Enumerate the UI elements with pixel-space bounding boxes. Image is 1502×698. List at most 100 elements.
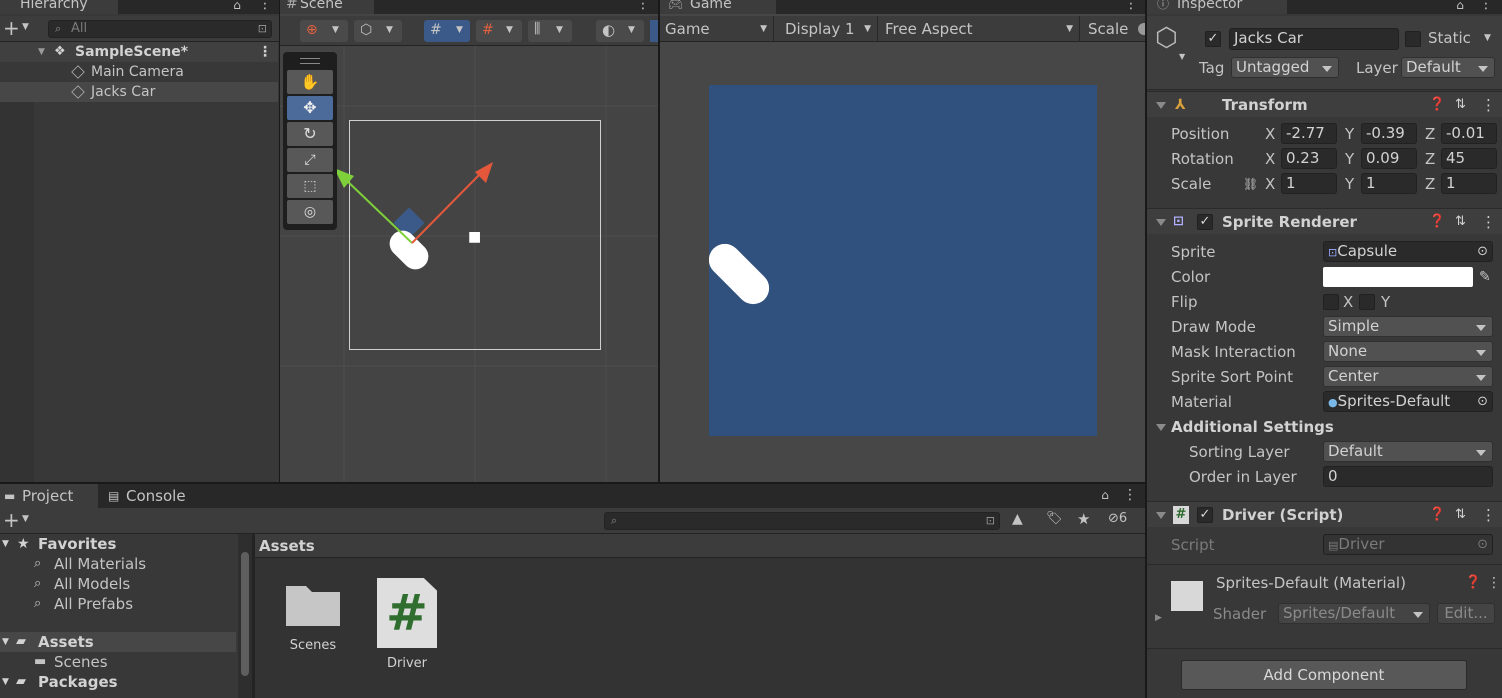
scale-y-field[interactable]: 1 bbox=[1361, 173, 1417, 194]
favorite-item[interactable]: ⌕ All Models bbox=[0, 574, 236, 594]
search-filter-icon[interactable]: ⊡ bbox=[258, 21, 267, 37]
align-button[interactable]: ⫼ ▼ bbox=[528, 20, 572, 42]
scale-tool-button[interactable]: ⤢ bbox=[287, 148, 333, 172]
tab-hierarchy[interactable]: Hierarchy bbox=[0, 0, 118, 14]
draw-mode-button[interactable]: ◐ ▼ bbox=[596, 20, 644, 42]
favorites-row[interactable]: ▼ ★ Favorites bbox=[0, 534, 236, 554]
add-component-button[interactable]: Add Component bbox=[1181, 660, 1467, 690]
help-icon[interactable]: ❓ bbox=[1465, 575, 1481, 590]
inspector-lock-icon[interactable]: ⌂ bbox=[1455, 0, 1465, 12]
packages-row[interactable]: ▼ ▰ Packages bbox=[0, 672, 236, 692]
scale-slider-thumb[interactable] bbox=[1138, 23, 1145, 35]
inspector-menu-icon[interactable]: ⋮ bbox=[1479, 0, 1493, 11]
scale-x-field[interactable]: 1 bbox=[1281, 173, 1337, 194]
increment-snap-button[interactable]: # ▼ bbox=[476, 20, 522, 42]
game-viewport[interactable] bbox=[709, 85, 1097, 436]
component-menu-icon[interactable]: ⋮ bbox=[1481, 92, 1496, 118]
tool-handle-button[interactable]: ⊕ ▼ bbox=[300, 20, 348, 42]
add-icon[interactable]: + bbox=[3, 16, 20, 40]
rotation-y-field[interactable]: 0.09 bbox=[1361, 148, 1417, 169]
chevron-down-icon[interactable]: ▼ bbox=[22, 22, 29, 32]
gameobject-large-icon[interactable]: ⬡ bbox=[1155, 24, 1183, 52]
shader-dropdown[interactable]: Sprites/Default bbox=[1278, 603, 1430, 624]
active-checkbox[interactable]: ✓ bbox=[1205, 31, 1221, 47]
fold-arrow-icon[interactable]: ▼ bbox=[2, 632, 9, 652]
project-lock-icon[interactable]: ⌂ bbox=[1100, 488, 1110, 502]
material-field[interactable]: ●Sprites-Default ⊙ bbox=[1323, 391, 1493, 412]
scale-z-field[interactable]: 1 bbox=[1441, 173, 1497, 194]
tab-game[interactable]: 🎮︎ Game bbox=[660, 0, 776, 14]
tab-console[interactable]: ▤ Console bbox=[100, 484, 210, 508]
color-swatch[interactable] bbox=[1323, 267, 1473, 287]
flip-x-checkbox[interactable] bbox=[1323, 294, 1339, 310]
fold-arrow-icon[interactable]: ▼ bbox=[2, 672, 9, 692]
project-menu-icon[interactable]: ⋮ bbox=[1123, 488, 1137, 502]
preset-icon[interactable]: ⇅ bbox=[1455, 92, 1466, 118]
position-x-field[interactable]: -2.77 bbox=[1281, 123, 1337, 144]
favorite-item[interactable]: ⌕ All Materials bbox=[0, 554, 236, 574]
filter-by-type-icon[interactable]: ▲ bbox=[1012, 511, 1023, 527]
palette-grip[interactable] bbox=[300, 58, 320, 64]
favorite-item[interactable]: ⌕ All Prefabs bbox=[0, 594, 236, 614]
object-picker-icon[interactable]: ⊙ bbox=[1477, 242, 1488, 261]
fold-arrow-icon[interactable]: ▼ bbox=[38, 42, 45, 62]
link-icon[interactable]: ⛓ bbox=[1243, 172, 1258, 196]
move-tool-button[interactable]: ✥ bbox=[287, 96, 333, 120]
grid-snap-button[interactable]: # ▼ bbox=[424, 20, 470, 42]
rotation-x-field[interactable]: 0.23 bbox=[1281, 148, 1337, 169]
hierarchy-menu-icon[interactable]: ⋮ bbox=[258, 0, 272, 11]
position-y-field[interactable]: -0.39 bbox=[1361, 123, 1417, 144]
chevron-down-icon[interactable]: ▼ bbox=[1179, 52, 1185, 61]
add-icon[interactable]: + bbox=[3, 508, 20, 532]
hand-tool-button[interactable]: ✋ bbox=[287, 70, 333, 94]
component-menu-icon[interactable]: ⋮ bbox=[1481, 502, 1496, 528]
preset-icon[interactable]: ⇅ bbox=[1455, 209, 1466, 235]
transform-header[interactable]: ⅄ Transform ❓ ⇅ ⋮ bbox=[1147, 91, 1502, 117]
shader-edit-button[interactable]: Edit... bbox=[1437, 603, 1495, 624]
object-name-field[interactable]: Jacks Car bbox=[1229, 28, 1399, 50]
aspect-dropdown[interactable]: Free Aspect ▼ bbox=[880, 16, 1080, 42]
display-dropdown[interactable]: Display 1 ▼ bbox=[778, 16, 878, 42]
sprite-renderer-enabled-checkbox[interactable]: ✓ bbox=[1197, 214, 1213, 230]
sorting-layer-dropdown[interactable]: Default bbox=[1323, 441, 1493, 462]
object-picker-icon[interactable]: ⊙ bbox=[1477, 392, 1488, 411]
fold-arrow-icon[interactable] bbox=[1156, 219, 1166, 226]
scene-menu-icon[interactable]: ⋮ bbox=[258, 42, 272, 62]
chevron-down-icon[interactable]: ▼ bbox=[1484, 33, 1491, 43]
fold-arrow-icon[interactable]: ▼ bbox=[2, 534, 9, 554]
breadcrumb-assets[interactable]: Assets bbox=[259, 537, 315, 555]
driver-script-header[interactable]: # ✓ Driver (Script) ❓ ⇅ ⋮ bbox=[1147, 501, 1502, 527]
scene-menu-icon[interactable]: ⋮ bbox=[636, 0, 650, 11]
help-icon[interactable]: ❓ bbox=[1429, 209, 1445, 235]
help-icon[interactable]: ❓ bbox=[1429, 92, 1445, 118]
scenes-folder-row[interactable]: ▬ Scenes bbox=[0, 652, 236, 672]
static-checkbox[interactable] bbox=[1405, 31, 1421, 47]
sprite-field[interactable]: ⊡Capsule ⊙ bbox=[1323, 241, 1493, 262]
fold-arrow-icon[interactable] bbox=[1156, 512, 1166, 519]
additional-settings-foldout[interactable]: Additional Settings bbox=[1147, 415, 1502, 439]
game-mode-dropdown[interactable]: Game ▼ bbox=[660, 16, 774, 42]
tab-scene[interactable]: # Scene bbox=[280, 0, 374, 14]
favorite-star-icon[interactable]: ★ bbox=[1077, 510, 1090, 528]
rotation-z-field[interactable]: 45 bbox=[1441, 148, 1497, 169]
tree-scrollbar[interactable] bbox=[238, 534, 252, 698]
fold-arrow-icon[interactable]: ▶ bbox=[1155, 613, 1162, 623]
flip-y-checkbox[interactable] bbox=[1359, 294, 1375, 310]
material-menu-icon[interactable]: ⋮ bbox=[1487, 575, 1501, 591]
help-icon[interactable]: ❓ bbox=[1429, 502, 1445, 528]
hierarchy-item-jacks-car[interactable]: Jacks Car bbox=[0, 82, 278, 102]
search-filter-icon[interactable]: ⊡ bbox=[986, 513, 995, 529]
assets-row[interactable]: ▼ ▰ Assets bbox=[0, 632, 236, 652]
tool-pivot-button[interactable]: ⬡ ▼ bbox=[354, 20, 402, 42]
tab-inspector[interactable]: ⓘ Inspector bbox=[1147, 0, 1287, 14]
scale-slider[interactable]: Scale bbox=[1088, 16, 1145, 42]
mask-dropdown[interactable]: None bbox=[1323, 341, 1493, 362]
hierarchy-lock-icon[interactable]: ⌂ bbox=[232, 0, 242, 12]
fold-arrow-icon[interactable] bbox=[1156, 102, 1166, 109]
filter-by-label-icon[interactable]: 🏷︎ bbox=[1046, 511, 1063, 526]
scene-row[interactable]: ▼ ❖ SampleScene* ⋮ bbox=[0, 42, 278, 62]
draw-mode-dropdown[interactable]: Simple bbox=[1323, 316, 1493, 337]
hierarchy-item-main-camera[interactable]: Main Camera bbox=[0, 62, 278, 82]
fold-arrow-icon[interactable] bbox=[1156, 424, 1166, 431]
hierarchy-search-input[interactable]: ⌕ All ⊡ bbox=[48, 20, 272, 38]
